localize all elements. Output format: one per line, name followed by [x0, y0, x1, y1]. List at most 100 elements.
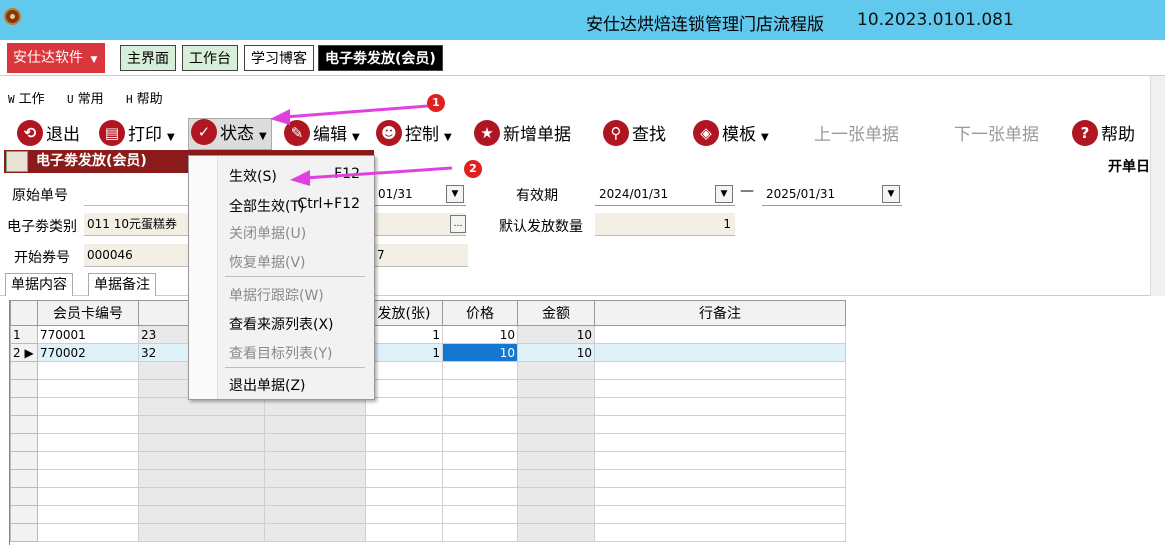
empty-cell[interactable]	[37, 505, 139, 524]
empty-cell[interactable]	[517, 469, 595, 488]
empty-cell[interactable]	[365, 361, 443, 380]
coupon-type-input[interactable]: 011 10元蛋糕券	[84, 213, 189, 236]
empty-row[interactable]	[10, 433, 846, 452]
table-row-selected[interactable]: 2 ▶ 770002 32 1 10 10	[10, 343, 846, 362]
empty-cell[interactable]	[517, 361, 595, 380]
empty-cell[interactable]	[138, 433, 265, 452]
empty-cell[interactable]	[264, 433, 366, 452]
empty-cell[interactable]	[365, 397, 443, 416]
empty-cell[interactable]	[594, 487, 846, 506]
control-button[interactable]: ☻ 控制 ▼	[376, 120, 452, 150]
empty-cell[interactable]	[264, 415, 366, 434]
empty-cell[interactable]	[37, 433, 139, 452]
empty-cell[interactable]	[138, 487, 265, 506]
empty-row[interactable]	[10, 469, 846, 488]
empty-cell[interactable]	[517, 505, 595, 524]
print-button[interactable]: ▤ 打印 ▼	[99, 120, 175, 150]
empty-cell[interactable]	[517, 415, 595, 434]
col-header-card-no[interactable]: 会员卡编号	[37, 300, 139, 326]
note-cell[interactable]	[594, 343, 846, 362]
empty-cell[interactable]	[264, 523, 366, 542]
tab-main[interactable]: 主界面	[120, 45, 176, 71]
empty-cell[interactable]	[365, 379, 443, 398]
coupon-type-lookup-button[interactable]: …	[450, 215, 466, 233]
menu-item-activate[interactable]: 生效(S)	[229, 166, 277, 186]
empty-cell[interactable]	[594, 433, 846, 452]
template-button[interactable]: ◈ 模板 ▼	[693, 120, 769, 150]
tab-learning-blog[interactable]: 学习博客	[244, 45, 314, 71]
empty-cell[interactable]	[37, 415, 139, 434]
empty-cell[interactable]	[365, 523, 443, 542]
empty-cell[interactable]	[365, 487, 443, 506]
menu-item-view-source[interactable]: 查看来源列表(X)	[229, 314, 334, 334]
valid-to-dropdown-button[interactable]: ▼	[882, 185, 900, 203]
start-no-input[interactable]: 000046	[84, 244, 189, 267]
empty-cell[interactable]	[517, 379, 595, 398]
empty-cell[interactable]	[37, 487, 139, 506]
prev-document-button[interactable]: 上一张单据	[814, 120, 899, 150]
empty-cell[interactable]	[442, 361, 518, 380]
price-cell-focused[interactable]: 10	[442, 343, 518, 362]
app-icon[interactable]	[4, 8, 21, 25]
card-no-cell[interactable]: 770002	[37, 343, 139, 362]
empty-cell[interactable]	[365, 505, 443, 524]
qty-cell[interactable]: 1	[365, 325, 443, 344]
vertical-scrollbar[interactable]	[1150, 76, 1165, 296]
menu-work[interactable]: W 工作	[8, 88, 45, 107]
empty-cell[interactable]	[37, 523, 139, 542]
find-button[interactable]: ⚲ 查找	[603, 120, 666, 150]
valid-from-dropdown-button[interactable]: ▼	[715, 185, 733, 203]
empty-cell[interactable]	[442, 415, 518, 434]
empty-cell[interactable]	[37, 379, 139, 398]
empty-row[interactable]	[10, 487, 846, 506]
status-button[interactable]: ✓ 状态 ▼	[188, 118, 272, 150]
empty-cell[interactable]	[517, 397, 595, 416]
default-qty-input[interactable]: 1	[595, 213, 735, 236]
empty-row[interactable]	[10, 379, 846, 398]
valid-to-input[interactable]: 2025/01/31	[762, 183, 902, 206]
card-no-cell[interactable]: 770001	[37, 325, 139, 344]
tab-workbench[interactable]: 工作台	[182, 45, 238, 71]
empty-cell[interactable]	[594, 451, 846, 470]
add-document-button[interactable]: ★ 新增单据	[474, 120, 571, 150]
tab-e-coupon-member[interactable]: 电子劵发放(会员)	[318, 45, 443, 71]
note-cell[interactable]	[594, 325, 846, 344]
table-row[interactable]: 1 770001 23 1 10 10	[10, 325, 846, 344]
empty-cell[interactable]	[517, 487, 595, 506]
menu-item-restore-document[interactable]: 恢复单据(V)	[229, 252, 306, 272]
subtab-content[interactable]: 单据内容	[5, 273, 73, 296]
empty-row[interactable]	[10, 415, 846, 434]
empty-cell[interactable]	[517, 523, 595, 542]
empty-cell[interactable]	[594, 505, 846, 524]
empty-cell[interactable]	[138, 469, 265, 488]
empty-cell[interactable]	[37, 361, 139, 380]
empty-row[interactable]	[10, 397, 846, 416]
empty-cell[interactable]	[442, 451, 518, 470]
menu-item-view-target[interactable]: 查看目标列表(Y)	[229, 343, 332, 363]
empty-cell[interactable]	[594, 379, 846, 398]
date-dropdown-button[interactable]: ▼	[446, 185, 464, 203]
valid-from-input[interactable]: 2024/01/31	[595, 183, 735, 206]
empty-cell[interactable]	[37, 397, 139, 416]
empty-cell[interactable]	[138, 451, 265, 470]
empty-cell[interactable]	[365, 415, 443, 434]
empty-row[interactable]	[10, 451, 846, 470]
subtab-remarks[interactable]: 单据备注	[88, 273, 156, 296]
end-no-input[interactable]: 7	[374, 244, 468, 267]
empty-cell[interactable]	[264, 397, 366, 416]
exit-button[interactable]: ⟲ 退出	[17, 120, 80, 150]
empty-cell[interactable]	[264, 505, 366, 524]
menu-item-close-document[interactable]: 关闭单据(U)	[229, 223, 306, 243]
brand-menu-button[interactable]: 安仕达软件 ▼	[7, 43, 105, 73]
menu-help[interactable]: H 帮助	[126, 88, 163, 107]
empty-cell[interactable]	[138, 415, 265, 434]
empty-cell[interactable]	[138, 523, 265, 542]
empty-cell[interactable]	[594, 469, 846, 488]
menu-item-line-trace[interactable]: 单据行跟踪(W)	[229, 285, 324, 305]
menu-common[interactable]: U 常用	[67, 88, 104, 107]
empty-row[interactable]	[10, 361, 846, 380]
empty-cell[interactable]	[442, 379, 518, 398]
empty-cell[interactable]	[138, 397, 265, 416]
empty-cell[interactable]	[442, 487, 518, 506]
empty-cell[interactable]	[365, 433, 443, 452]
